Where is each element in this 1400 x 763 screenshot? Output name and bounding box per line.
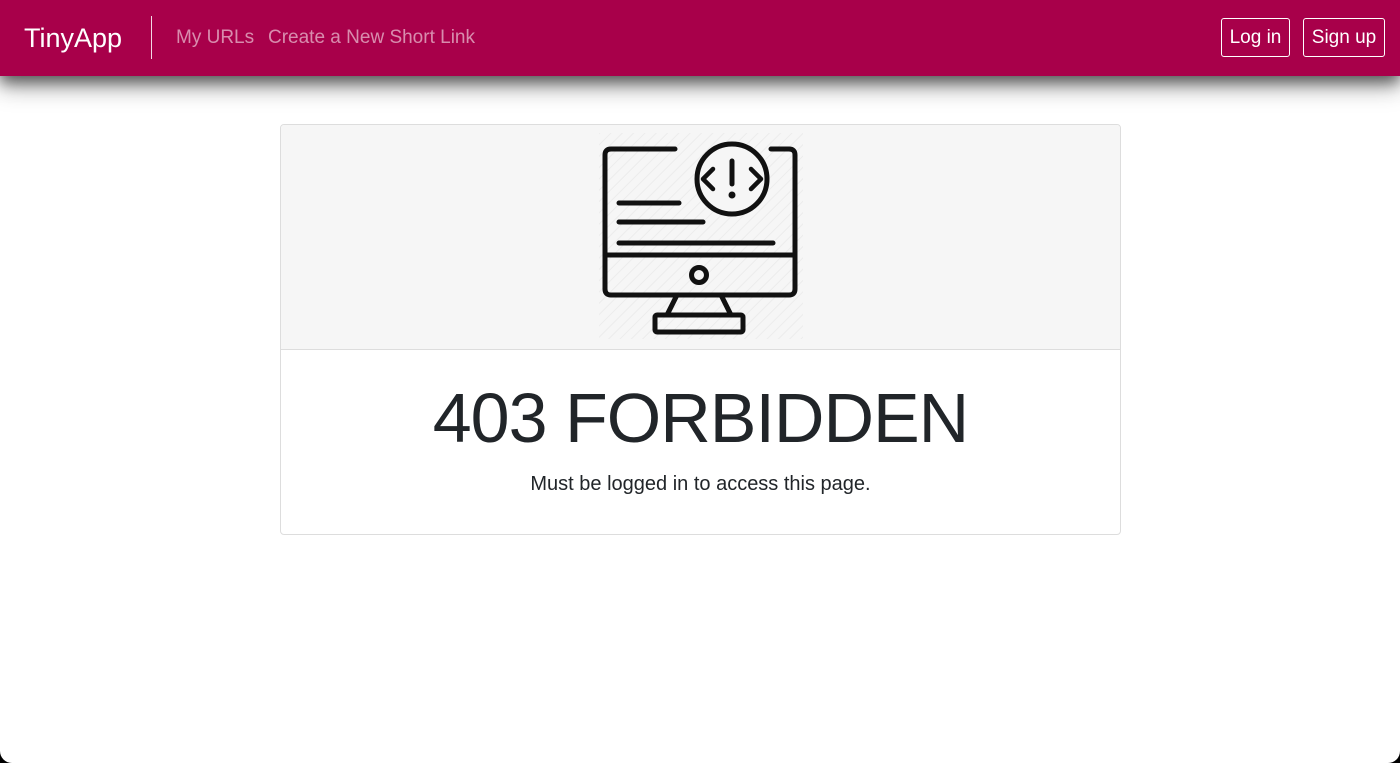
error-title: 403 FORBIDDEN — [432, 379, 969, 457]
error-message: Must be logged in to access this page. — [530, 473, 871, 495]
error-card: 403 FORBIDDEN Must be logged in to acces… — [280, 124, 1121, 535]
signup-button[interactable]: Sign up — [1303, 18, 1385, 57]
error-card-body: 403 FORBIDDEN Must be logged in to acces… — [281, 350, 1120, 534]
nav-link-my-urls[interactable]: My URLs — [176, 24, 254, 52]
nav-link-create-short-link[interactable]: Create a New Short Link — [268, 24, 475, 52]
monitor-error-icon — [599, 133, 803, 339]
page: TinyApp My URLs Create a New Short Link … — [0, 0, 1400, 763]
brand-logo[interactable]: TinyApp — [24, 18, 122, 58]
navbar-divider — [151, 16, 152, 59]
error-card-header — [281, 125, 1120, 350]
login-button[interactable]: Log in — [1221, 18, 1290, 57]
top-navbar: TinyApp My URLs Create a New Short Link … — [0, 0, 1400, 76]
